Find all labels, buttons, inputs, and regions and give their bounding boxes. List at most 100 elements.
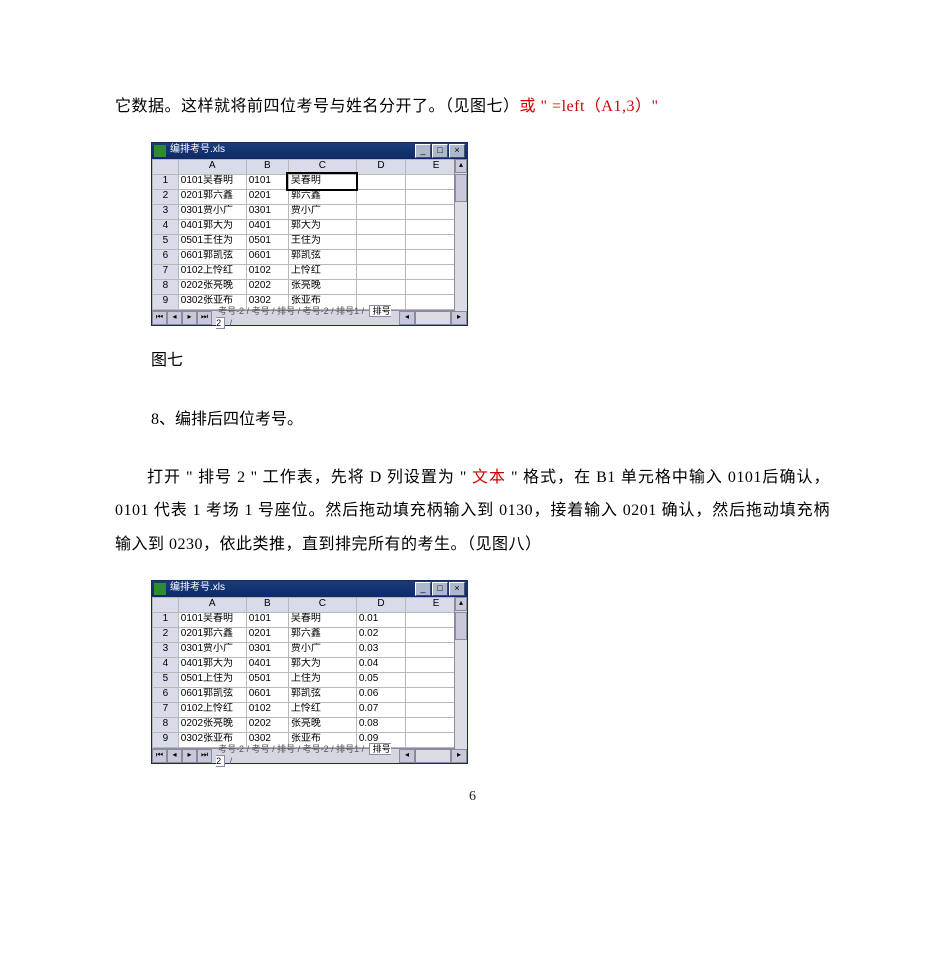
col-header-D[interactable]: D <box>356 597 405 612</box>
table-row[interactable]: 60601郭凯弦0601郭凯弦0.06 <box>153 687 467 702</box>
scroll-up-icon[interactable]: ▴ <box>455 597 467 611</box>
scroll-track[interactable] <box>415 749 451 763</box>
cell[interactable]: 0102上怜红 <box>178 264 246 279</box>
cell[interactable]: 张亮晚 <box>288 279 356 294</box>
select-all-cell[interactable] <box>153 597 179 612</box>
scroll-left-icon[interactable]: ◂ <box>399 749 415 763</box>
table-row[interactable]: 40401郭大为0401郭大为 <box>153 219 467 234</box>
cell[interactable] <box>356 204 405 219</box>
maximize-button[interactable]: □ <box>432 582 448 596</box>
row-header[interactable]: 8 <box>153 279 179 294</box>
cell[interactable]: 0301贾小广 <box>178 204 246 219</box>
cell[interactable] <box>356 234 405 249</box>
scroll-left-icon[interactable]: ◂ <box>399 311 415 325</box>
scroll-right-icon[interactable]: ▸ <box>451 749 467 763</box>
close-button[interactable]: × <box>449 144 465 158</box>
col-header-C[interactable]: C <box>288 597 356 612</box>
cell[interactable]: 郭六鑫 <box>288 627 356 642</box>
active-cell[interactable]: 吴春明 <box>288 174 356 189</box>
col-header-B[interactable]: B <box>246 597 288 612</box>
tab-nav-prev[interactable]: ◂ <box>167 311 182 325</box>
cell[interactable]: 0.04 <box>356 657 405 672</box>
col-header-A[interactable]: A <box>178 159 246 174</box>
cell[interactable] <box>356 189 405 204</box>
cell[interactable]: 0202张亮晚 <box>178 279 246 294</box>
table-row[interactable]: 10101吴春明0101吴春明0.01 <box>153 612 467 627</box>
cell[interactable]: 0501王住为 <box>178 234 246 249</box>
row-header[interactable]: 2 <box>153 189 179 204</box>
scroll-up-icon[interactable]: ▴ <box>455 159 467 173</box>
cell[interactable]: 0401 <box>246 219 288 234</box>
table-row[interactable]: 10101吴春明0101吴春明 <box>153 174 467 189</box>
row-header[interactable]: 9 <box>153 294 179 309</box>
table-row[interactable]: 20201郭六鑫0201郭六鑫 <box>153 189 467 204</box>
table-row[interactable]: 40401郭大为0401郭大为0.04 <box>153 657 467 672</box>
cell[interactable]: 0301 <box>246 204 288 219</box>
row-header[interactable]: 4 <box>153 219 179 234</box>
cell[interactable]: 0501 <box>246 234 288 249</box>
cell[interactable]: 0202 <box>246 717 288 732</box>
cell[interactable]: 0.08 <box>356 717 405 732</box>
row-header[interactable]: 3 <box>153 204 179 219</box>
cell[interactable]: 0202 <box>246 279 288 294</box>
scroll-thumb[interactable] <box>455 174 467 202</box>
tab-nav-last[interactable]: ⏭ <box>197 749 212 763</box>
table-row[interactable]: 50501上住为0501上住为0.05 <box>153 672 467 687</box>
table-row[interactable]: 30301贾小广0301贾小广0.03 <box>153 642 467 657</box>
cell[interactable]: 0.03 <box>356 642 405 657</box>
cell[interactable]: 0102 <box>246 264 288 279</box>
row-header[interactable]: 8 <box>153 717 179 732</box>
cell[interactable]: 0.06 <box>356 687 405 702</box>
cell[interactable]: 贾小广 <box>288 642 356 657</box>
horizontal-scrollbar[interactable]: ◂ ▸ <box>399 311 467 325</box>
minimize-button[interactable]: _ <box>415 582 431 596</box>
tab-nav-last[interactable]: ⏭ <box>197 311 212 325</box>
cell[interactable] <box>356 264 405 279</box>
cell[interactable]: 吴春明 <box>288 612 356 627</box>
cell[interactable]: 郭凯弦 <box>288 249 356 264</box>
vertical-scrollbar[interactable]: ▴ <box>454 597 467 749</box>
table-row[interactable]: 30301贾小广0301贾小广 <box>153 204 467 219</box>
horizontal-scrollbar[interactable]: ◂ ▸ <box>399 749 467 763</box>
scroll-thumb[interactable] <box>455 612 467 640</box>
sheet-tabs-inactive[interactable]: 考号-2 / 考号 / 排号 / 考号-2 / 排号1 / <box>216 744 366 754</box>
cell[interactable]: 郭凯弦 <box>288 687 356 702</box>
cell[interactable] <box>356 279 405 294</box>
col-header-D[interactable]: D <box>356 159 405 174</box>
row-header[interactable]: 7 <box>153 264 179 279</box>
row-header[interactable]: 7 <box>153 702 179 717</box>
cell[interactable]: 0401郭大为 <box>178 657 246 672</box>
tab-nav-first[interactable]: ⏮ <box>152 311 167 325</box>
cell[interactable]: 0201 <box>246 189 288 204</box>
cell[interactable]: 上怜红 <box>288 702 356 717</box>
cell[interactable]: 0.02 <box>356 627 405 642</box>
col-header-A[interactable]: A <box>178 597 246 612</box>
tab-nav-first[interactable]: ⏮ <box>152 749 167 763</box>
cell[interactable]: 0.07 <box>356 702 405 717</box>
excel7-grid[interactable]: A B C D E 10101吴春明0101吴春明 20201郭六鑫0201郭六… <box>152 159 467 310</box>
col-header-C[interactable]: C <box>288 159 356 174</box>
cell[interactable]: 0101吴春明 <box>178 174 246 189</box>
table-row[interactable]: 70102上怜红0102上怜红0.07 <box>153 702 467 717</box>
row-header[interactable]: 5 <box>153 672 179 687</box>
row-header[interactable]: 6 <box>153 687 179 702</box>
cell[interactable]: 0601郭凯弦 <box>178 249 246 264</box>
cell[interactable]: 郭大为 <box>288 657 356 672</box>
cell[interactable]: 0201 <box>246 627 288 642</box>
cell[interactable]: 郭大为 <box>288 219 356 234</box>
cell[interactable] <box>356 249 405 264</box>
cell[interactable]: 王住为 <box>288 234 356 249</box>
cell[interactable]: 贾小广 <box>288 204 356 219</box>
table-row[interactable]: 60601郭凯弦0601郭凯弦 <box>153 249 467 264</box>
cell[interactable]: 0102 <box>246 702 288 717</box>
minimize-button[interactable]: _ <box>415 144 431 158</box>
cell[interactable]: 0101 <box>246 174 288 189</box>
sheet-tabs-inactive[interactable]: 考号-2 / 考号 / 排号 / 考号-2 / 排号1 / <box>216 306 366 316</box>
excel8-grid[interactable]: A B C D E 10101吴春明0101吴春明0.01 20201郭六鑫02… <box>152 597 467 748</box>
cell[interactable]: 0401 <box>246 657 288 672</box>
cell[interactable]: 0101吴春明 <box>178 612 246 627</box>
select-all-cell[interactable] <box>153 159 179 174</box>
vertical-scrollbar[interactable]: ▴ <box>454 159 467 311</box>
cell[interactable]: 0202张亮晚 <box>178 717 246 732</box>
cell[interactable]: 0601 <box>246 249 288 264</box>
